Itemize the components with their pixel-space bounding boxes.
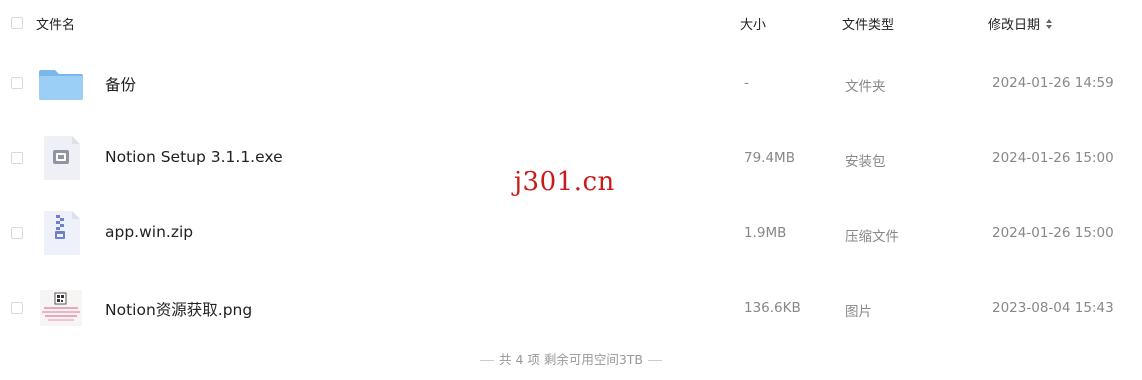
select-all-checkbox[interactable] (11, 17, 23, 29)
file-name[interactable]: Notion资源获取.png (105, 298, 252, 320)
row-checkbox[interactable] (11, 302, 23, 314)
file-size: 79.4MB (744, 150, 795, 166)
file-row-app-win-zip[interactable]: app.win.zip 1.9MB 压缩文件 2024-01-26 15:00 (0, 196, 1142, 270)
file-type: 安装包 (845, 154, 886, 170)
watermark: j301.cn (514, 167, 615, 197)
file-date: 2024-01-26 14:59 (992, 75, 1114, 91)
column-header-modified[interactable]: 修改日期 (988, 14, 1053, 33)
row-checkbox[interactable] (11, 227, 23, 239)
column-header-type[interactable]: 文件类型 (842, 14, 894, 33)
file-row-notion-png[interactable]: Notion资源获取.png 136.6KB 图片 2023-08-04 15:… (0, 271, 1142, 345)
file-name[interactable]: 备份 (105, 73, 136, 95)
column-header-modified-label: 修改日期 (988, 18, 1041, 33)
row-checkbox[interactable] (11, 152, 23, 164)
image-thumbnail-icon (36, 283, 86, 333)
file-type: 图片 (845, 304, 872, 320)
file-list-footer: 共 4 项 剩余可用空间3TB (0, 349, 1142, 368)
file-row-backup-folder[interactable]: 备份 - 文件夹 2024-01-26 14:59 (0, 46, 1142, 120)
footer-divider-left (479, 360, 494, 361)
folder-icon (36, 58, 86, 108)
file-name[interactable]: Notion Setup 3.1.1.exe (105, 148, 283, 166)
sort-icon[interactable] (1045, 18, 1053, 30)
file-type: 压缩文件 (845, 229, 899, 245)
file-name[interactable]: app.win.zip (105, 223, 193, 241)
column-header-name[interactable]: 文件名 (36, 14, 75, 33)
file-size: - (744, 75, 749, 91)
row-checkbox[interactable] (11, 77, 23, 89)
file-date: 2024-01-26 15:00 (992, 225, 1114, 241)
column-header-size[interactable]: 大小 (740, 14, 766, 33)
file-type: 文件夹 (845, 79, 886, 95)
file-date: 2023-08-04 15:43 (992, 300, 1114, 316)
zip-file-icon (36, 208, 86, 258)
file-list-header: 文件名 大小 文件类型 修改日期 (0, 0, 1142, 46)
file-size: 136.6KB (744, 300, 801, 316)
exe-file-icon (36, 133, 86, 183)
footer-divider-right (648, 360, 663, 361)
file-date: 2024-01-26 15:00 (992, 150, 1114, 166)
file-size: 1.9MB (744, 225, 787, 241)
footer-summary: 共 4 项 剩余可用空间3TB (498, 352, 644, 367)
